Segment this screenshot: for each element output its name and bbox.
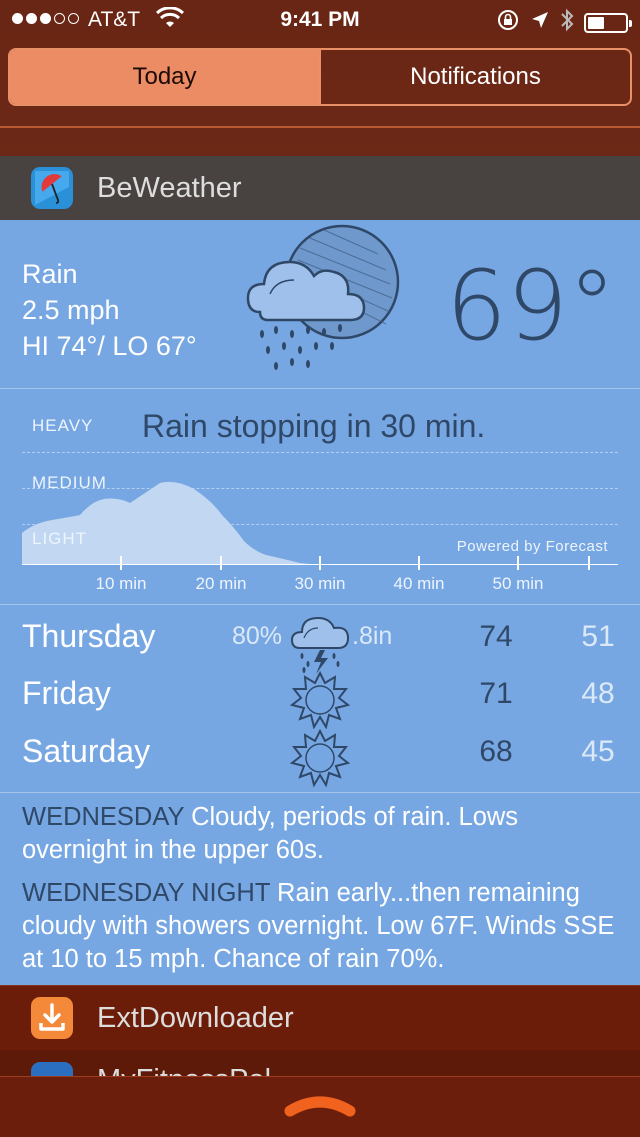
heavy-label: HEAVY — [32, 416, 94, 435]
divider — [0, 126, 640, 128]
tab-today[interactable]: Today — [10, 50, 319, 104]
sun-icon — [289, 670, 351, 734]
day-name: Friday — [22, 675, 111, 711]
sun-icon — [289, 728, 351, 792]
divider — [0, 792, 640, 793]
beweather-title: BeWeather — [97, 171, 242, 204]
tab-notifications[interactable]: Notifications — [319, 50, 630, 104]
high-temp: 68 — [479, 735, 513, 768]
rotation-lock-icon — [496, 8, 520, 38]
beweather-app-icon — [31, 167, 73, 209]
low-temp: 48 — [581, 677, 615, 710]
hi-lo: HI 74°/ LO 67° — [22, 331, 197, 361]
forecast-row-friday: Friday 71 48 — [0, 670, 640, 730]
low-temp: 45 — [581, 735, 615, 768]
view-segmented-control: Today Notifications — [8, 48, 632, 106]
tick-50-min: 50 min — [492, 574, 544, 593]
status-icons — [496, 8, 632, 38]
current-temperature: 69° — [445, 250, 616, 362]
day-name: Thursday — [22, 618, 156, 654]
high-temp: 74 — [479, 620, 513, 653]
condition-text: Rain — [22, 259, 78, 289]
light-label: LIGHT — [32, 529, 88, 548]
precip-amount: .8in — [352, 622, 393, 650]
forecast-text-wednesday: WEDNESDAY Cloudy, periods of rain. Lows … — [22, 801, 622, 867]
close-handle-icon[interactable] — [284, 1093, 356, 1124]
medium-label: MEDIUM — [32, 473, 107, 492]
extdownloader-title: ExtDownloader — [97, 1001, 294, 1034]
tick-10-min: 10 min — [95, 574, 147, 593]
forecast-period: WEDNESDAY NIGHT — [22, 879, 270, 907]
location-icon — [530, 10, 550, 36]
tick-30-min: 30 min — [294, 574, 346, 593]
beweather-widget-header[interactable]: BeWeather — [0, 156, 640, 220]
low-temp: 51 — [581, 620, 615, 653]
tick-20-min: 20 min — [195, 574, 247, 593]
day-name: Saturday — [22, 733, 151, 769]
time-axis-ticks — [120, 556, 590, 570]
current-conditions: Rain 2.5 mph HI 74°/ LO 67° — [22, 256, 197, 364]
high-temp: 71 — [479, 677, 513, 710]
tick-40-min: 40 min — [393, 574, 445, 593]
forecast-row-thursday: Thursday 80% .8in 74 51 — [0, 614, 640, 674]
extdownloader-app-icon — [31, 997, 73, 1039]
divider — [0, 604, 640, 605]
rain-message: Rain stopping in 30 min. — [142, 408, 486, 444]
status-bar: AT&T 9:41 PM — [0, 0, 640, 40]
wind-speed: 2.5 mph — [22, 295, 120, 325]
forecast-period: WEDNESDAY — [22, 803, 185, 831]
precip-chance: 80% — [232, 622, 283, 650]
powered-by-label: Powered by Forecast — [456, 538, 608, 555]
bluetooth-icon — [560, 8, 574, 38]
rain-cloud-moon-icon — [240, 224, 410, 389]
forecast-row-saturday: Saturday 68 45 — [0, 728, 640, 788]
beweather-widget[interactable]: Rain 2.5 mph HI 74°/ LO 67° 69° HEAVY ME… — [0, 220, 640, 985]
forecast-text-wednesday-night: WEDNESDAY NIGHT Rain early...then remain… — [22, 877, 622, 976]
extdownloader-widget-header[interactable]: ExtDownloader — [0, 985, 640, 1051]
battery-icon — [584, 13, 632, 33]
